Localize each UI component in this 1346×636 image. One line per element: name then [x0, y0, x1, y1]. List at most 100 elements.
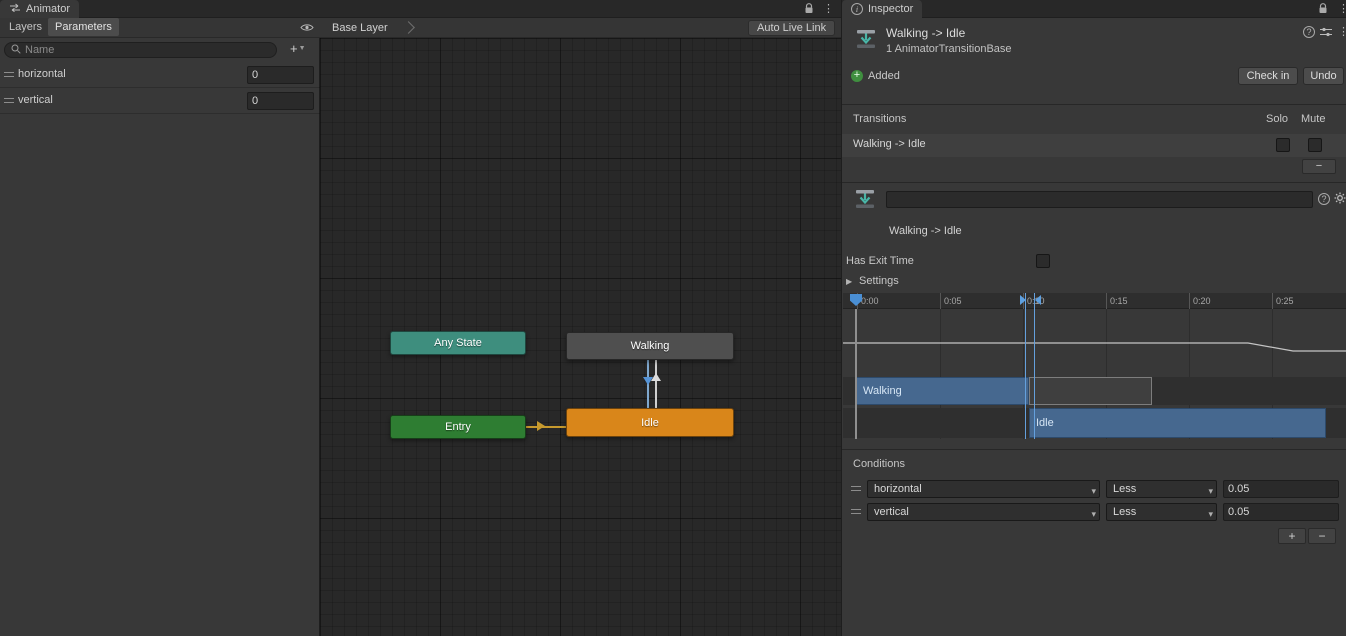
undo-button[interactable]: Undo — [1303, 67, 1344, 85]
graph-toolbar: Base Layer Auto Live Link — [320, 18, 841, 38]
tick-label: 0:25 — [1276, 296, 1294, 306]
tick-label: 0:00 — [861, 296, 879, 306]
condition-parameter-dropdown[interactable]: vertical ▾ — [867, 503, 1100, 521]
arrowhead-right-icon — [537, 421, 545, 431]
inspector-title: Walking -> Idle — [886, 26, 965, 40]
parameter-row[interactable]: horizontal 0 — [0, 62, 320, 88]
drag-handle-icon[interactable] — [4, 72, 14, 77]
kebab-menu-icon[interactable]: ⋮ — [1338, 25, 1346, 39]
timeline-bar-label: Walking — [863, 385, 902, 397]
state-node-label: Entry — [445, 421, 471, 433]
auto-live-link-button[interactable]: Auto Live Link — [748, 20, 835, 36]
gear-icon[interactable] — [1334, 192, 1346, 207]
state-node-any-state[interactable]: Any State — [390, 331, 526, 355]
state-node-label: Walking — [631, 340, 670, 352]
condition-value-field[interactable]: 0.05 — [1223, 480, 1339, 498]
transition-start-handle[interactable] — [1025, 293, 1026, 439]
divider — [842, 449, 1346, 450]
drag-handle-icon[interactable] — [851, 509, 861, 514]
timeline-bar-walking[interactable]: Walking — [856, 377, 1029, 405]
tick-label: 0:15 — [1110, 296, 1128, 306]
kebab-menu-icon[interactable]: ⋮ — [823, 2, 834, 16]
breadcrumb[interactable]: Base Layer — [332, 22, 388, 34]
condition-operator-dropdown[interactable]: Less ▾ — [1106, 503, 1217, 521]
mute-column-label: Mute — [1301, 113, 1325, 125]
animator-tabstrip: Animator ⋮ — [0, 0, 841, 18]
search-field[interactable] — [4, 42, 277, 58]
transition-row-label: Walking -> Idle — [853, 138, 926, 150]
state-node-idle[interactable]: Idle — [566, 408, 734, 437]
animator-icon — [9, 3, 21, 16]
search-input[interactable] — [25, 44, 270, 56]
condition-operator-dropdown[interactable]: Less ▾ — [1106, 480, 1217, 498]
handle-flag-icon[interactable] — [1020, 295, 1026, 305]
arrowhead-up-icon — [651, 373, 661, 381]
help-icon[interactable]: ? — [1303, 26, 1315, 38]
check-in-button[interactable]: Check in — [1238, 67, 1298, 85]
help-icon[interactable]: ? — [1318, 193, 1330, 205]
dropdown-value: vertical — [874, 506, 909, 518]
parameter-value-field[interactable]: 0 — [247, 66, 314, 84]
transition-duration-region[interactable] — [1029, 377, 1152, 405]
tab-animator-label: Animator — [26, 3, 70, 15]
tick-mark — [940, 293, 941, 309]
parameter-row[interactable]: vertical 0 — [0, 88, 320, 114]
search-icon — [11, 44, 21, 57]
kebab-menu-icon[interactable]: ⋮ — [1338, 2, 1346, 16]
state-node-walking[interactable]: Walking — [566, 332, 734, 360]
tab-layers[interactable]: Layers — [2, 18, 49, 36]
add-condition-button[interactable]: + — [1278, 528, 1306, 544]
condition-value-field[interactable]: 0.05 — [1223, 503, 1339, 521]
chevron-down-icon: ▼ — [299, 45, 306, 52]
tab-animator[interactable]: Animator — [0, 0, 79, 18]
animator-graph: Base Layer Auto Live Link Any State Walk… — [320, 18, 841, 636]
state-node-entry[interactable]: Entry — [390, 415, 526, 439]
transition-list-row[interactable]: Walking -> Idle — [842, 134, 1346, 157]
tab-inspector-label: Inspector — [868, 3, 913, 15]
chevron-down-icon: ▾ — [1091, 506, 1096, 521]
tab-parameters[interactable]: Parameters — [48, 18, 119, 36]
has-exit-time-checkbox[interactable] — [1036, 254, 1050, 268]
drag-handle-icon[interactable] — [4, 98, 14, 103]
transition-entry-to-idle[interactable] — [526, 426, 566, 428]
lock-icon[interactable] — [1318, 3, 1328, 18]
presets-icon[interactable] — [1320, 27, 1332, 40]
remove-condition-button[interactable]: − — [1308, 528, 1336, 544]
timeline-bar-idle[interactable]: Idle — [1029, 408, 1326, 438]
inspector-subtitle: 1 AnimatorTransitionBase — [886, 43, 1012, 55]
added-status-icon: + — [851, 70, 863, 82]
solo-column-label: Solo — [1266, 113, 1288, 125]
timeline-left-handle[interactable] — [855, 309, 857, 439]
add-parameter-button[interactable]: +▼ — [290, 41, 306, 56]
solo-checkbox[interactable] — [1276, 138, 1290, 152]
inspector-panel: i Inspector ⋮ Walking -> Idle 1 Animator… — [841, 0, 1346, 636]
drag-handle-icon[interactable] — [851, 486, 861, 491]
tab-inspector[interactable]: i Inspector — [842, 0, 922, 18]
left-panel-toolbar: Layers Parameters — [0, 18, 320, 38]
transitions-header: Transitions — [853, 113, 906, 125]
foldout-arrow-icon[interactable]: ▶ — [846, 277, 852, 286]
timeline-ruler[interactable] — [843, 293, 1346, 309]
mute-checkbox[interactable] — [1308, 138, 1322, 152]
eye-icon[interactable] — [300, 23, 314, 35]
has-exit-time-label: Has Exit Time — [846, 255, 914, 267]
settings-foldout[interactable]: Settings — [859, 275, 899, 287]
divider — [842, 104, 1346, 105]
remove-transition-button[interactable]: − — [1302, 159, 1336, 174]
unity-editor: Animator ⋮ Layers Parameters +▼ — [0, 0, 1346, 636]
transition-idle-to-walking[interactable] — [655, 360, 657, 408]
timeline-bar-label: Idle — [1036, 417, 1054, 429]
tick-mark — [1272, 293, 1273, 309]
transition-end-handle[interactable] — [1034, 293, 1035, 439]
tick-label: 0:20 — [1193, 296, 1211, 306]
animator-graph-canvas[interactable]: Any State Walking Entry Idle — [320, 38, 841, 636]
transition-name-field[interactable] — [886, 191, 1313, 208]
condition-parameter-dropdown[interactable]: horizontal ▾ — [867, 480, 1100, 498]
lock-icon[interactable] — [804, 3, 814, 18]
transition-timeline[interactable]: 0:00 0:05 0:10 0:15 0:20 0:25 Walking — [843, 293, 1346, 446]
parameter-value-field[interactable]: 0 — [247, 92, 314, 110]
handle-flag-icon[interactable] — [1035, 295, 1041, 305]
dropdown-value: horizontal — [874, 483, 922, 495]
animator-left-panel: Layers Parameters +▼ horizontal 0 vertic… — [0, 18, 320, 636]
transition-asset-icon — [854, 188, 876, 213]
